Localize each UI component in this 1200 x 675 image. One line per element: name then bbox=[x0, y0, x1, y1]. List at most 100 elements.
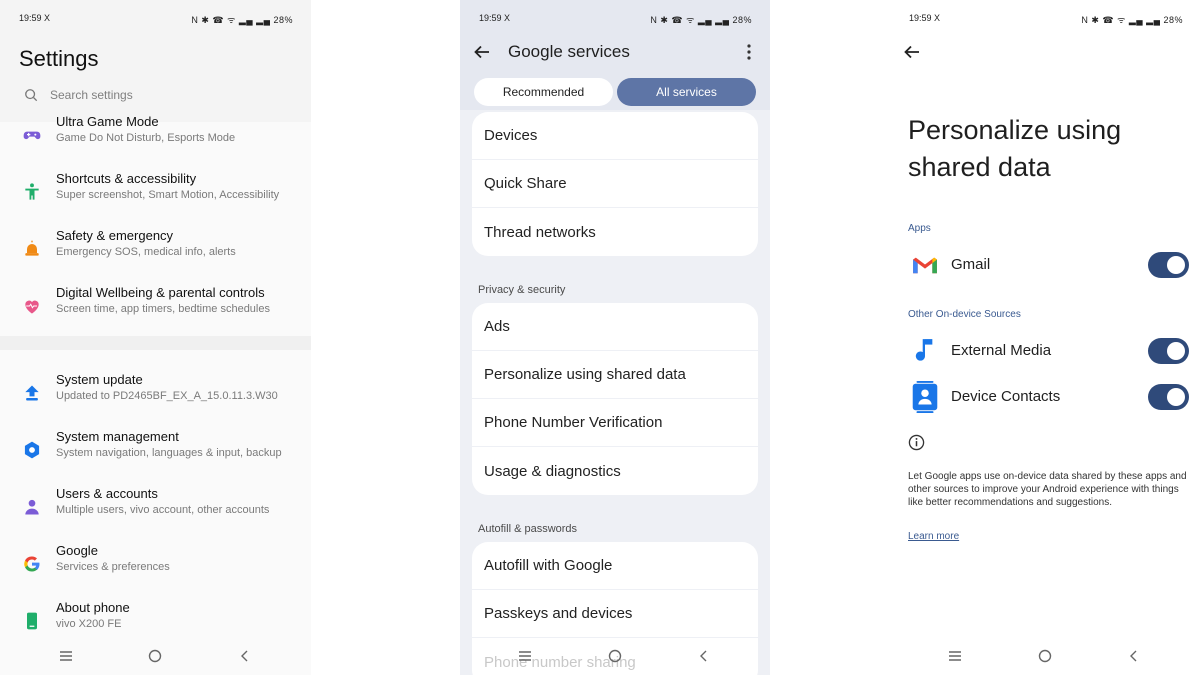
user-icon bbox=[21, 496, 43, 518]
page-title: Google services bbox=[508, 42, 630, 61]
home-icon[interactable] bbox=[1032, 643, 1058, 669]
settings-item-subtitle: Game Do Not Disturb, Esports Mode bbox=[56, 132, 236, 144]
list-item-passkeys[interactable]: Passkeys and devices bbox=[472, 590, 758, 638]
back-nav-icon[interactable] bbox=[232, 643, 258, 669]
settings-item-title: System update bbox=[56, 372, 143, 387]
settings-item-subtitle: Multiple users, vivo account, other acco… bbox=[56, 504, 270, 516]
status-bar: 19:59 X N ✱ ☎ ᯤ ▂▄ ▂▄ 28% bbox=[0, 12, 311, 26]
home-icon[interactable] bbox=[142, 643, 168, 669]
update-arrow-icon bbox=[21, 382, 43, 404]
external-media-toggle[interactable] bbox=[1148, 338, 1189, 364]
accessibility-icon bbox=[21, 181, 43, 203]
back-nav-icon[interactable] bbox=[691, 643, 717, 669]
contacts-icon bbox=[910, 380, 940, 414]
settings-item-safety[interactable]: Safety & emergency Emergency SOS, medica… bbox=[0, 228, 311, 278]
status-indicators: N ✱ ☎ ᯤ ▂▄ ▂▄ 28% bbox=[650, 15, 752, 25]
settings-item-ultra-game-mode[interactable]: Ultra Game Mode Game Do Not Disturb, Esp… bbox=[0, 114, 311, 164]
settings-item-title: Google bbox=[56, 543, 98, 558]
menu-icon[interactable] bbox=[942, 643, 968, 669]
settings-item-digital-wellbeing[interactable]: Digital Wellbeing & parental controls Sc… bbox=[0, 285, 311, 335]
toggle-knob bbox=[1167, 388, 1185, 406]
google-icon bbox=[21, 553, 43, 575]
settings-item-google[interactable]: Google Services & preferences bbox=[0, 543, 311, 593]
status-bar: 19:59 X N ✱ ☎ ᯤ ▂▄ ▂▄ 28% bbox=[890, 12, 1200, 26]
navigation-bar bbox=[0, 643, 311, 669]
hexagon-gear-icon bbox=[21, 439, 43, 461]
settings-item-users-accounts[interactable]: Users & accounts Multiple users, vivo ac… bbox=[0, 486, 311, 536]
settings-item-system-update[interactable]: System update Updated to PD2465BF_EX_A_1… bbox=[0, 372, 311, 422]
back-arrow-icon[interactable] bbox=[902, 42, 922, 62]
status-time: 19:59 X bbox=[479, 13, 511, 23]
home-icon[interactable] bbox=[602, 643, 628, 669]
page-title: Personalize using shared data bbox=[908, 115, 1122, 182]
list-item-thread-networks[interactable]: Thread networks bbox=[472, 208, 758, 256]
section-header-autofill: Autofill & passwords bbox=[478, 523, 578, 535]
phone-icon bbox=[21, 610, 43, 632]
settings-item-subtitle: Updated to PD2465BF_EX_A_15.0.11.3.W30 bbox=[56, 390, 278, 402]
settings-item-title: System management bbox=[56, 429, 179, 444]
back-arrow-icon[interactable] bbox=[472, 42, 492, 62]
description-text: Let Google apps use on-device data share… bbox=[908, 471, 1187, 508]
section-header-privacy: Privacy & security bbox=[478, 284, 566, 296]
tab-recommended[interactable]: Recommended bbox=[474, 78, 613, 106]
tab-all-services[interactable]: All services bbox=[617, 78, 756, 106]
search-input[interactable]: Search settings bbox=[14, 80, 297, 110]
toggle-knob bbox=[1167, 342, 1185, 360]
list-item-quick-share[interactable]: Quick Share bbox=[472, 160, 758, 208]
status-indicators: N ✱ ☎ ᯤ ▂▄ ▂▄ 28% bbox=[191, 15, 293, 25]
settings-item-subtitle: System navigation, languages & input, ba… bbox=[56, 447, 282, 459]
siren-icon bbox=[21, 238, 43, 260]
settings-item-subtitle: Screen time, app timers, bedtime schedul… bbox=[56, 303, 270, 315]
source-row-gmail: Gmail bbox=[908, 250, 1189, 280]
source-label: External Media bbox=[951, 342, 1052, 359]
gmail-toggle[interactable] bbox=[1148, 252, 1189, 278]
settings-item-subtitle: Emergency SOS, medical info, alerts bbox=[56, 246, 236, 258]
settings-item-subtitle: Super screenshot, Smart Motion, Accessib… bbox=[56, 189, 280, 201]
google-services-screen: 19:59 X N ✱ ☎ ᯤ ▂▄ ▂▄ 28% Google service… bbox=[460, 0, 770, 675]
gamepad-icon bbox=[21, 124, 43, 146]
settings-item-subtitle: Services & preferences bbox=[56, 561, 170, 573]
settings-item-system-management[interactable]: System management System navigation, lan… bbox=[0, 429, 311, 479]
list-item-usage-diagnostics[interactable]: Usage & diagnostics bbox=[472, 447, 758, 495]
settings-item-title: About phone bbox=[56, 600, 130, 615]
menu-icon[interactable] bbox=[53, 643, 79, 669]
navigation-bar bbox=[460, 643, 770, 669]
source-row-device-contacts: Device Contacts bbox=[908, 380, 1189, 414]
services-group-connections: Devices Quick Share Thread networks bbox=[472, 112, 758, 256]
info-icon bbox=[908, 434, 925, 451]
settings-screen: 19:59 X N ✱ ☎ ᯤ ▂▄ ▂▄ 28% Settings Searc… bbox=[0, 0, 311, 675]
source-label: Device Contacts bbox=[951, 388, 1061, 405]
more-options-icon[interactable] bbox=[742, 42, 756, 62]
section-header-apps: Apps bbox=[908, 223, 931, 234]
search-placeholder: Search settings bbox=[50, 88, 133, 102]
settings-item-title: Users & accounts bbox=[56, 486, 158, 501]
status-indicators: N ✱ ☎ ᯤ ▂▄ ▂▄ 28% bbox=[1081, 15, 1183, 25]
back-nav-icon[interactable] bbox=[1121, 643, 1147, 669]
list-item-phone-verification[interactable]: Phone Number Verification bbox=[472, 399, 758, 447]
page-title: Settings bbox=[19, 46, 99, 71]
settings-item-title: Shortcuts & accessibility bbox=[56, 171, 197, 186]
device-contacts-toggle[interactable] bbox=[1148, 384, 1189, 410]
settings-item-shortcuts[interactable]: Shortcuts & accessibility Super screensh… bbox=[0, 171, 311, 221]
list-item-autofill[interactable]: Autofill with Google bbox=[472, 542, 758, 590]
status-time: 19:59 X bbox=[19, 13, 51, 23]
section-header-other-sources: Other On-device Sources bbox=[908, 309, 1021, 320]
list-item-ads[interactable]: Ads bbox=[472, 303, 758, 351]
section-divider bbox=[0, 336, 311, 350]
settings-item-title: Safety & emergency bbox=[56, 228, 174, 243]
personalize-screen: 19:59 X N ✱ ☎ ᯤ ▂▄ ▂▄ 28% Personalize us… bbox=[890, 0, 1200, 675]
tab-bar: Recommended All services bbox=[474, 78, 756, 106]
settings-item-title: Ultra Game Mode bbox=[56, 114, 159, 129]
learn-more-link[interactable]: Learn more bbox=[908, 531, 959, 542]
heart-icon bbox=[21, 295, 43, 317]
menu-icon[interactable] bbox=[512, 643, 538, 669]
settings-item-title: Digital Wellbeing & parental controls bbox=[56, 285, 265, 300]
gmail-icon bbox=[910, 250, 940, 280]
music-note-icon bbox=[910, 336, 940, 366]
toggle-knob bbox=[1167, 256, 1185, 274]
list-item-personalize[interactable]: Personalize using shared data bbox=[472, 351, 758, 399]
status-time: 19:59 X bbox=[909, 13, 941, 23]
status-bar: 19:59 X N ✱ ☎ ᯤ ▂▄ ▂▄ 28% bbox=[460, 12, 770, 26]
list-item-devices[interactable]: Devices bbox=[472, 112, 758, 160]
services-group-privacy: Ads Personalize using shared data Phone … bbox=[472, 303, 758, 495]
